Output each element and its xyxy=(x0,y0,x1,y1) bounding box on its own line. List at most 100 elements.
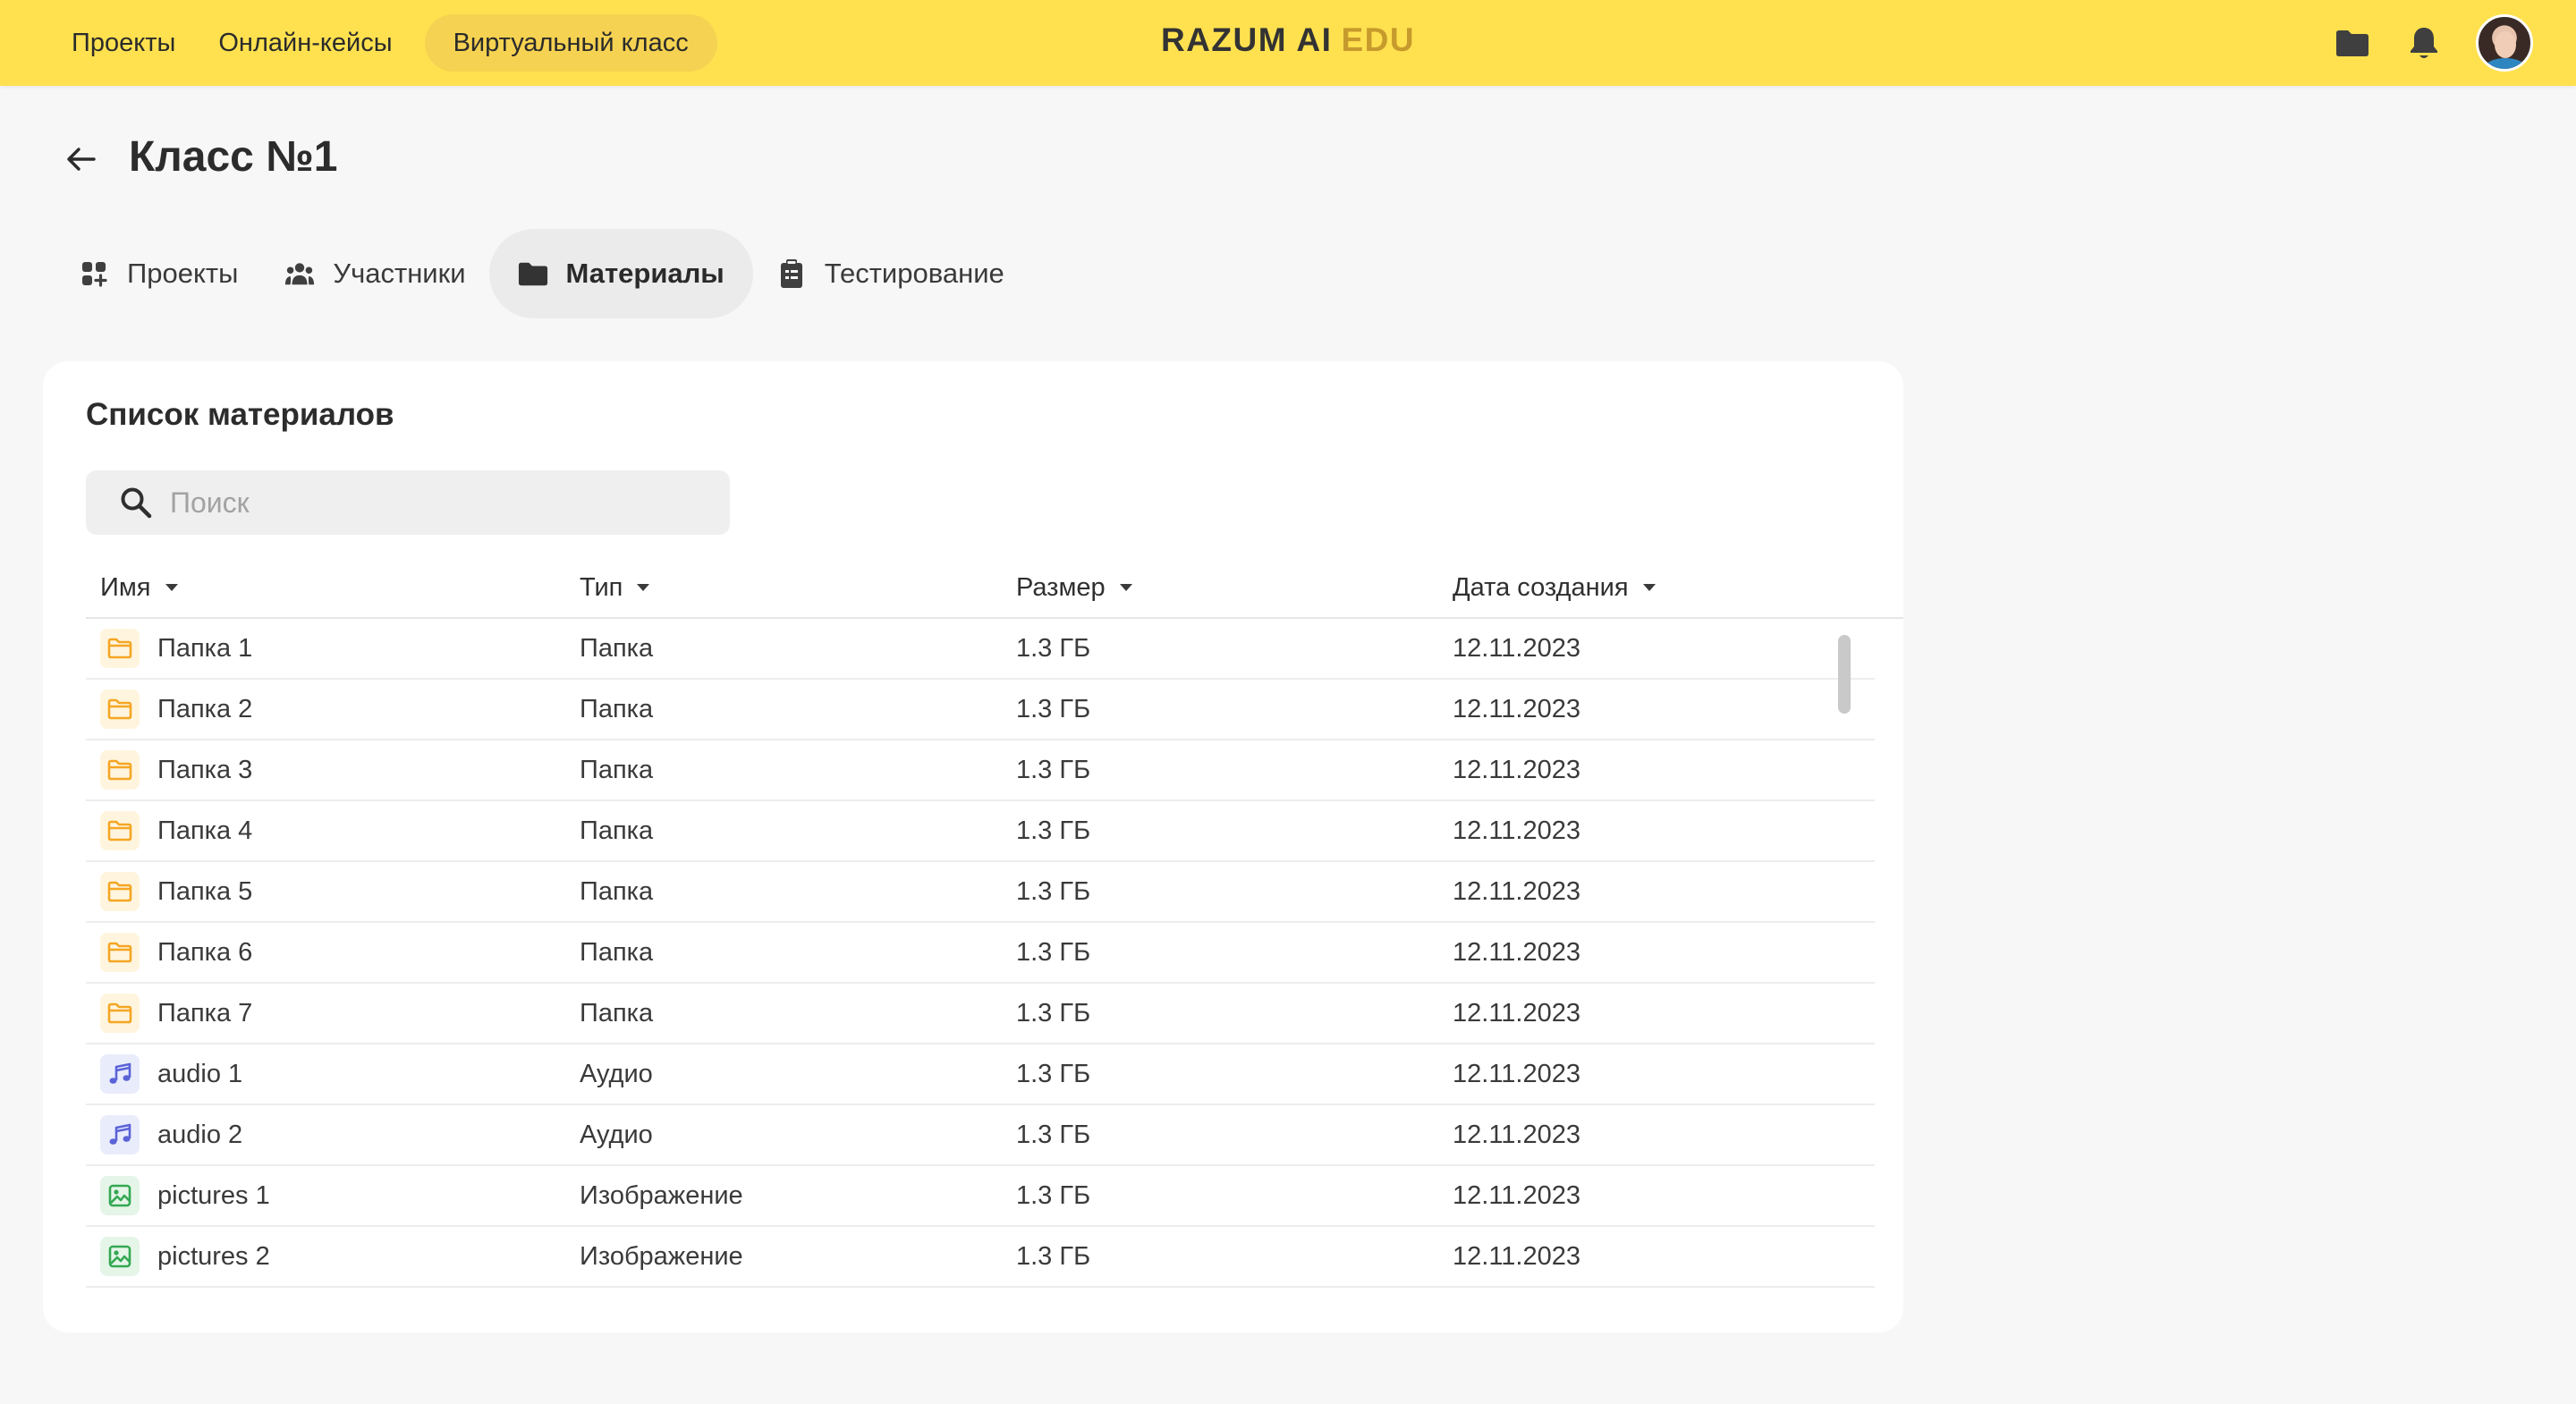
avatar-shoulders xyxy=(2484,58,2527,69)
cell-date: 12.11.2023 xyxy=(1453,1180,1580,1210)
brand-logo[interactable]: RAZUM AI EDU xyxy=(0,21,2576,59)
folder-icon xyxy=(100,994,140,1033)
sort-down-icon xyxy=(1116,578,1136,597)
table-row[interactable]: Папка 3 Папка 1.3 ГБ 12.11.2023 xyxy=(86,740,1875,801)
cell-size: 1.3 ГБ xyxy=(1016,755,1091,784)
cell-type: Папка xyxy=(580,937,654,967)
cell-date: 12.11.2023 xyxy=(1453,633,1580,663)
table-row[interactable]: Папка 1 Папка 1.3 ГБ 12.11.2023 xyxy=(86,619,1875,680)
cell-size: 1.3 ГБ xyxy=(1016,1180,1091,1210)
cell-date: 12.11.2023 xyxy=(1453,1059,1580,1088)
column-label: Имя xyxy=(100,572,151,602)
search-input[interactable] xyxy=(168,485,708,520)
clipboard-icon xyxy=(776,258,807,289)
folder-icon xyxy=(100,689,140,729)
cell-type: Папка xyxy=(580,694,654,723)
cell-name: pictures 1 xyxy=(100,1166,270,1225)
brand-name: RAZUM AI xyxy=(1160,21,1333,58)
table-row[interactable]: pictures 1 Изображение 1.3 ГБ 12.11.2023 xyxy=(86,1166,1875,1227)
column-label: Размер xyxy=(1016,572,1106,602)
column-header-name[interactable]: Имя xyxy=(100,558,182,617)
apps-add-icon xyxy=(79,258,109,289)
table-row[interactable]: pictures 2 Изображение 1.3 ГБ 12.11.2023 xyxy=(86,1227,1875,1288)
sort-down-icon xyxy=(633,578,653,597)
sort-down-icon xyxy=(162,578,182,597)
table-row[interactable]: Папка 6 Папка 1.3 ГБ 12.11.2023 xyxy=(86,923,1875,984)
class-tabs: Проекты Участники Материалы Тестирование xyxy=(55,229,1028,318)
file-name: audio 1 xyxy=(157,1059,243,1088)
column-label: Тип xyxy=(580,572,623,602)
folder-icon xyxy=(100,872,140,911)
file-name: Папка 3 xyxy=(157,755,253,784)
table-scrollbar[interactable] xyxy=(1838,635,1851,714)
file-name: audio 2 xyxy=(157,1120,243,1149)
people-icon xyxy=(284,258,315,289)
cell-name: Папка 4 xyxy=(100,801,252,860)
cell-type: Изображение xyxy=(580,1241,743,1271)
cell-name: Папка 5 xyxy=(100,862,252,921)
tab-label: Тестирование xyxy=(824,258,1004,289)
cell-type: Аудио xyxy=(580,1059,653,1088)
cell-type: Папка xyxy=(580,998,654,1028)
tab-label: Материалы xyxy=(565,258,724,289)
table-row[interactable]: Папка 4 Папка 1.3 ГБ 12.11.2023 xyxy=(86,801,1875,862)
cell-name: Папка 2 xyxy=(100,680,252,739)
column-header-date[interactable]: Дата создания xyxy=(1453,558,1659,617)
cell-date: 12.11.2023 xyxy=(1453,1241,1580,1271)
cell-date: 12.11.2023 xyxy=(1453,755,1580,784)
column-header-type[interactable]: Тип xyxy=(580,558,653,617)
cell-size: 1.3 ГБ xyxy=(1016,1120,1091,1149)
cell-size: 1.3 ГБ xyxy=(1016,816,1091,845)
cell-type: Папка xyxy=(580,755,654,784)
tab-materials[interactable]: Материалы xyxy=(488,229,753,318)
table-row[interactable]: Папка 2 Папка 1.3 ГБ 12.11.2023 xyxy=(86,680,1875,740)
table-row[interactable]: Папка 5 Папка 1.3 ГБ 12.11.2023 xyxy=(86,862,1875,923)
search-icon xyxy=(116,483,156,522)
table-row[interactable]: audio 1 Аудио 1.3 ГБ 12.11.2023 xyxy=(86,1045,1875,1105)
folder-icon xyxy=(100,629,140,668)
materials-card: Список материалов Имя Тип Размер Дата со… xyxy=(43,361,1903,1332)
tab-label: Участники xyxy=(333,258,466,289)
cell-date: 12.11.2023 xyxy=(1453,694,1580,723)
user-avatar[interactable] xyxy=(2476,14,2533,72)
top-bar: Проекты Онлайн-кейсы Виртуальный класс R… xyxy=(0,0,2576,86)
cell-size: 1.3 ГБ xyxy=(1016,876,1091,906)
table-row[interactable]: audio 2 Аудио 1.3 ГБ 12.11.2023 xyxy=(86,1105,1875,1166)
page-title: Класс №1 xyxy=(129,133,338,181)
table-body: Папка 1 Папка 1.3 ГБ 12.11.2023 Папка 2 Папка… xyxy=(86,619,1875,1288)
folder-icon xyxy=(518,258,548,289)
tab-testing[interactable]: Тестирование xyxy=(753,229,1028,318)
folder-icon[interactable] xyxy=(2333,23,2372,63)
file-name: pictures 1 xyxy=(157,1180,270,1210)
music-note-icon xyxy=(100,1054,140,1094)
bell-icon[interactable] xyxy=(2404,23,2444,63)
back-button[interactable] xyxy=(61,140,100,179)
file-name: pictures 2 xyxy=(157,1241,270,1271)
cell-date: 12.11.2023 xyxy=(1453,876,1580,906)
tab-projects[interactable]: Проекты xyxy=(55,229,261,318)
cell-type: Папка xyxy=(580,816,654,845)
cell-date: 12.11.2023 xyxy=(1453,816,1580,845)
cell-date: 12.11.2023 xyxy=(1453,998,1580,1028)
arrow-left-icon xyxy=(67,148,96,171)
cell-date: 12.11.2023 xyxy=(1453,937,1580,967)
column-label: Дата создания xyxy=(1453,572,1629,602)
folder-icon xyxy=(100,811,140,850)
folder-icon xyxy=(100,750,140,790)
cell-type: Папка xyxy=(580,633,654,663)
table-row[interactable]: Папка 7 Папка 1.3 ГБ 12.11.2023 xyxy=(86,984,1875,1045)
tab-participants[interactable]: Участники xyxy=(261,229,488,318)
cell-date: 12.11.2023 xyxy=(1453,1120,1580,1149)
cell-size: 1.3 ГБ xyxy=(1016,1241,1091,1271)
avatar-face xyxy=(2495,31,2516,58)
file-name: Папка 4 xyxy=(157,816,253,845)
image-icon xyxy=(100,1237,140,1276)
file-name: Папка 2 xyxy=(157,694,253,723)
cell-size: 1.3 ГБ xyxy=(1016,633,1091,663)
cell-size: 1.3 ГБ xyxy=(1016,937,1091,967)
folder-icon xyxy=(100,933,140,972)
sort-down-icon xyxy=(1640,578,1659,597)
column-header-size[interactable]: Размер xyxy=(1016,558,1136,617)
cell-name: audio 2 xyxy=(100,1105,242,1164)
cell-name: Папка 1 xyxy=(100,619,252,678)
